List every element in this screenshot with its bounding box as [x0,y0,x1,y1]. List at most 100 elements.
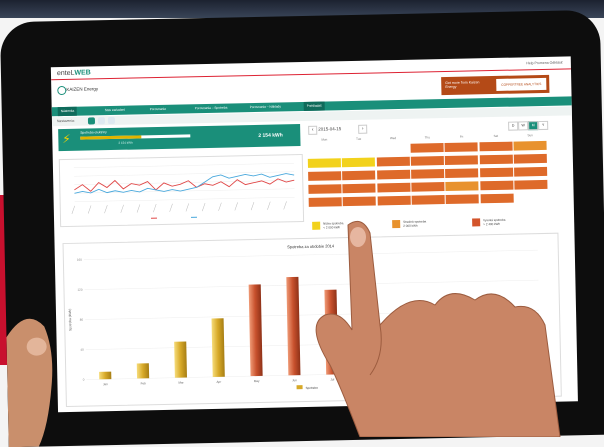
tab-consumption[interactable]: Porovnania – Spotreba [192,104,231,114]
line-chart-series-1 [74,173,294,193]
company-label: KAIZEN [66,87,82,92]
tab-dashboard[interactable]: Nástenka [58,107,78,116]
line-chart-tick-label [202,203,205,211]
calendar-day-cell[interactable] [377,183,410,193]
calendar-day-cell[interactable] [480,168,513,178]
line-chart-tick-label [186,203,189,211]
line-chart-tick-label [121,205,124,213]
line-chart-tick-label [284,201,287,209]
calendar-day-cell[interactable] [309,197,342,207]
line-chart-tick-label [218,203,221,211]
calendar-day-cell[interactable] [411,195,444,205]
calendar-day-cell[interactable] [411,182,444,192]
calendar-day-cell[interactable] [308,158,341,168]
calendar-next-button[interactable]: › [358,125,367,134]
water-filter-icon[interactable] [98,117,105,124]
calendar-day-header: Sun [513,133,547,138]
promo-logo: COPPERTREE ANALYTICS [496,78,546,91]
calendar-day-cell[interactable] [445,168,478,178]
calendar-day-cell[interactable] [446,194,479,204]
calendar-day-cell[interactable] [480,181,513,191]
gas-filter-icon[interactable] [108,117,115,124]
bar-jun [286,277,300,375]
calendar-day-header: Sat [479,134,513,139]
bar-chart-ytick: 120 [77,288,82,292]
calendar-day-cell[interactable] [410,143,443,153]
calendar-day-cell[interactable] [308,184,341,194]
promo-banner[interactable]: Get more from Kaizen Energy COPPERTREE A… [441,75,549,95]
calendar-day-cell[interactable] [376,157,409,167]
calendar-day-cell[interactable] [514,167,547,177]
company-name: KAIZEN Energy [66,86,98,92]
calendar-day-cell[interactable] [446,181,479,191]
bar-mar [174,341,187,377]
app-brand: enteLWEB [57,69,91,77]
lightning-icon: ⚡ [62,132,71,146]
calendar-date[interactable]: 2015-04-15 [318,126,341,131]
tab-device-status[interactable]: Stav zariadení [102,106,129,116]
calendar-day-cell[interactable] [342,157,375,167]
pointing-hand [300,215,604,437]
calendar-day-cell[interactable] [445,155,478,165]
calendar-day-cell[interactable] [514,154,547,164]
bar-chart-ytick: 40 [80,348,84,352]
calendar-day-cell[interactable] [411,169,444,179]
bar-jan [99,372,111,380]
bar-feb [137,363,149,378]
product-label: Energy [84,86,98,91]
calendar-day-cell[interactable] [480,194,513,204]
line-chart-tick-label [169,204,172,212]
calendar-day-cell[interactable] [513,141,546,151]
view-week-button[interactable]: W [518,121,528,130]
brand-suffix: WEB [74,69,90,76]
calendar-day-cell[interactable] [411,156,444,166]
line-chart-tick-label [153,204,156,212]
line-chart [60,155,303,226]
calendar-day-header: Mon [307,137,341,142]
left-hand [6,306,79,447]
line-chart-tick-label [72,206,75,214]
line-chart-tick-label [137,204,140,212]
view-day-button[interactable]: D [508,121,518,130]
calendar-day-cell[interactable] [479,155,512,165]
tab-viewer[interactable]: Prehliadač [304,102,325,111]
line-chart-tick-label [88,205,91,213]
line-chart-gridline [75,197,295,202]
bar-chart-xtick: Jan [103,382,108,386]
calendar-day-header: Wed [376,136,410,141]
top-links[interactable]: Help Promena Odhlásiť [526,61,563,66]
calendar-day-cell[interactable] [342,170,375,180]
calendar-heatmap: MonTueWedThuFriSatSun [307,133,549,214]
line-chart-card [59,154,304,227]
bar-chart-ytick: 80 [80,318,84,322]
bar-chart-xtick: Jun [292,378,297,382]
calendar-day-cell[interactable] [343,183,376,193]
calendar-day-cell[interactable] [445,142,478,152]
kpi-label: Spotreba elektriny [80,130,107,135]
calendar-day-cell[interactable] [377,196,410,206]
view-month-button[interactable]: M [528,121,538,130]
calendar-day-header: Fri [445,134,479,139]
calendar-day-cell[interactable] [343,196,376,206]
bar-chart-xtick: Feb [141,381,147,385]
calendar-day-cell[interactable] [514,180,547,190]
kaizen-logo-icon [57,86,66,95]
tab-costs[interactable]: Porovnania – Náklady [247,102,284,112]
line-chart-tick-label [104,205,107,213]
line-chart-tick-label [251,202,254,210]
calendar-day-cell[interactable] [377,170,410,180]
tab-comparisons[interactable]: Porovnania [147,105,169,114]
bar-may [249,284,263,376]
electricity-filter-icon[interactable] [88,117,95,124]
calendar-prev-button[interactable]: ‹ [308,126,317,135]
calendar-day-header: Thu [410,135,444,140]
calendar-day-cell[interactable] [479,142,512,152]
calendar-day-cell[interactable] [308,171,341,181]
kpi-card: ⚡ Spotreba elektriny 2 154 kWh 2 154 kWh [58,124,300,151]
filter-label: Nastavenia: [57,119,75,123]
view-year-button[interactable]: Y [538,121,548,130]
bar-chart-xtick: Mar [178,381,183,385]
brand-prefix: enteL [57,70,75,77]
calendar-day-header: Tue [342,136,376,141]
bar-chart-xtick: Apr [216,380,221,384]
